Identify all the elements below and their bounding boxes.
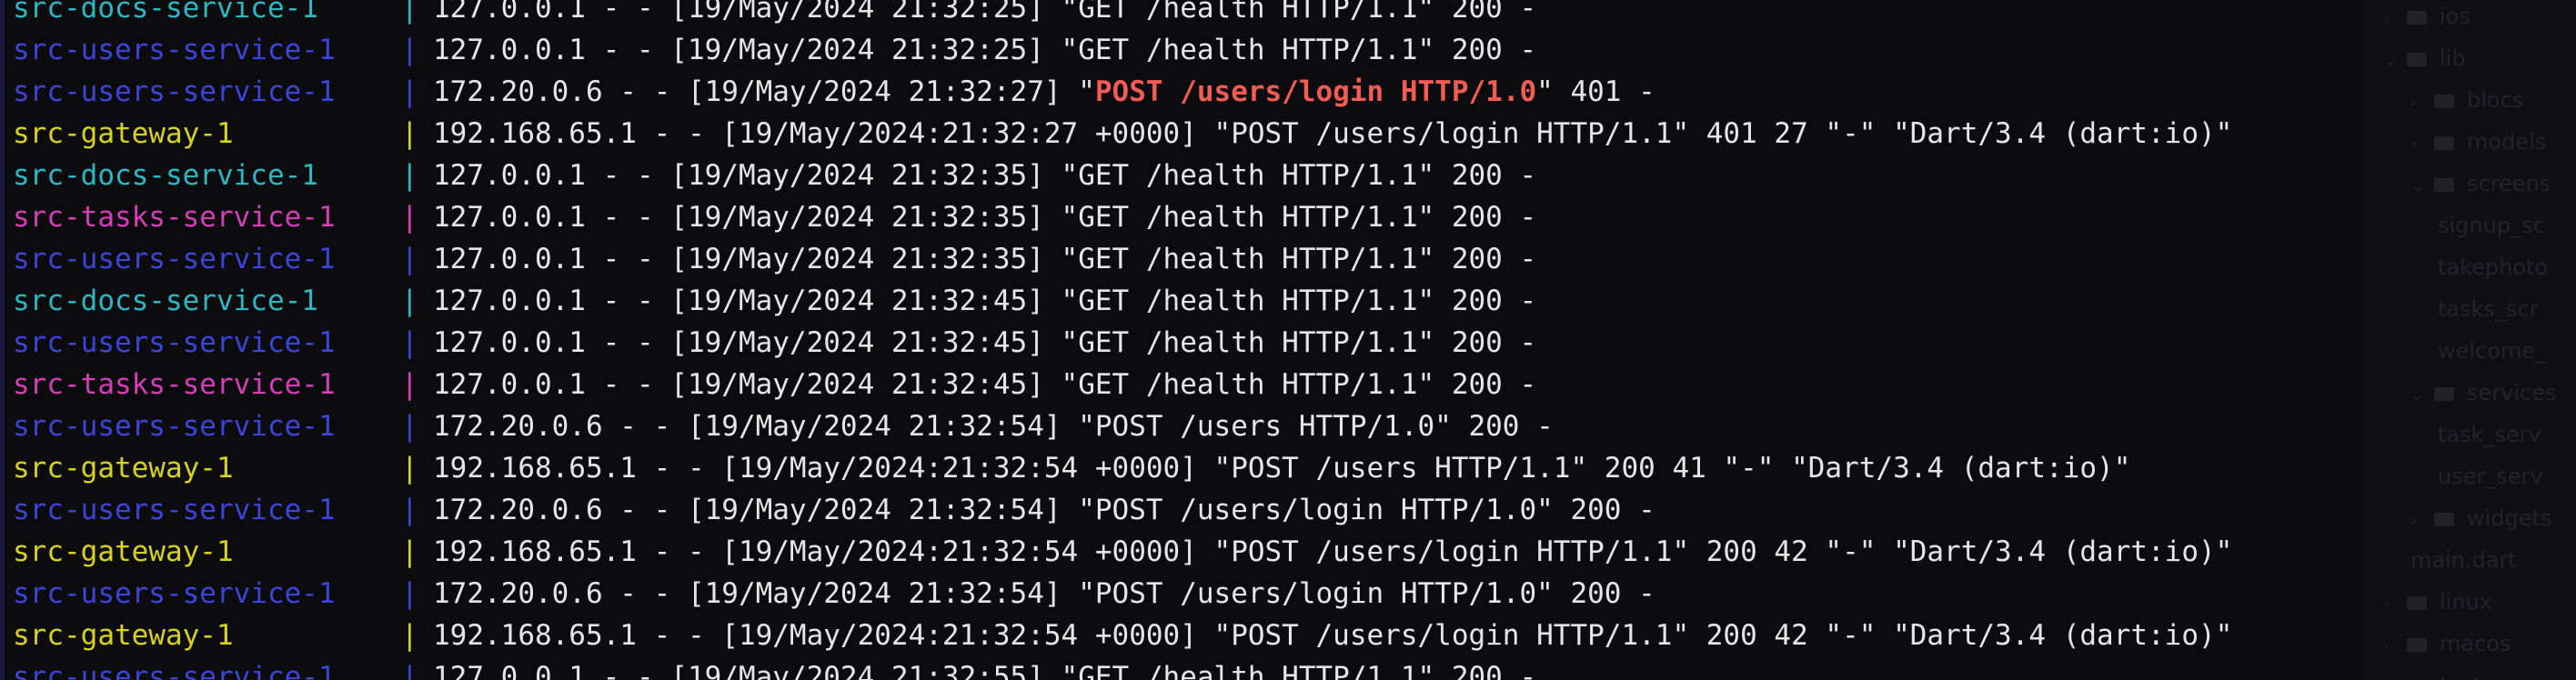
log-line: src-users-service-1 | 172.20.0.6 - - [19/M… — [13, 573, 2560, 615]
log-message: 127.0.0.1 - - [19/May/2024 21:32:25] "GE… — [433, 0, 1536, 29]
log-message-text: 127.0.0.1 - - [19/May/2024 21:32:35] "GE… — [433, 201, 1537, 234]
log-separator: | — [401, 159, 418, 192]
log-separator: | — [401, 243, 418, 275]
log-message: 127.0.0.1 - - [19/May/2024 21:32:35] "GE… — [433, 196, 1536, 238]
log-separator: | — [401, 661, 418, 680]
log-message: 192.168.65.1 - - [19/May/2024:21:32:27 +… — [433, 113, 2232, 155]
log-line: src-docs-service-1 | 127.0.0.1 - - [19/May… — [13, 155, 2560, 196]
log-message: 172.20.0.6 - - [19/May/2024 21:32:54] "P… — [433, 573, 1655, 615]
log-service-name: src-docs-service-1 — [13, 285, 318, 317]
log-message-text: 172.20.0.6 - - [19/May/2024 21:32:54] "P… — [433, 410, 1554, 443]
log-message-text: 172.20.0.6 - - [19/May/2024 21:32:27] " — [433, 75, 1095, 108]
log-separator: | — [401, 452, 418, 485]
log-message: 172.20.0.6 - - [19/May/2024 21:32:54] "P… — [433, 489, 1655, 531]
log-service-name: src-users-service-1 — [13, 494, 336, 526]
log-service-name: src-users-service-1 — [13, 75, 336, 108]
log-separator: | — [401, 535, 418, 568]
log-line: src-tasks-service-1 | 127.0.0.1 - - [19/Ma… — [13, 364, 2560, 405]
log-separator: | — [401, 0, 418, 25]
log-service-name: src-tasks-service-1 — [13, 201, 336, 234]
log-message: 127.0.0.1 - - [19/May/2024 21:32:45] "GE… — [433, 322, 1536, 364]
log-separator: | — [401, 494, 418, 526]
log-service-name: src-gateway-1 — [13, 452, 234, 485]
log-line: src-gateway-1 | 192.168.65.1 - - [19/May/2… — [13, 531, 2560, 573]
log-highlight: POST /users/login HTTP/1.0 — [1094, 75, 1537, 108]
log-separator: | — [401, 410, 418, 443]
log-message: 127.0.0.1 - - [19/May/2024 21:32:45] "GE… — [433, 364, 1536, 405]
log-service-name: src-gateway-1 — [13, 117, 234, 150]
log-message-text: 127.0.0.1 - - [19/May/2024 21:32:25] "GE… — [433, 0, 1537, 25]
log-separator: | — [401, 285, 418, 317]
log-service-name: src-gateway-1 — [13, 535, 234, 568]
log-message: 192.168.65.1 - - [19/May/2024:21:32:54 +… — [433, 531, 2232, 573]
log-message-text: 192.168.65.1 - - [19/May/2024:21:32:27 +… — [433, 117, 2233, 150]
log-message-text: 172.20.0.6 - - [19/May/2024 21:32:54] "P… — [433, 577, 1655, 610]
log-service-name: src-users-service-1 — [13, 577, 336, 610]
log-line: src-tasks-service-1 | 127.0.0.1 - - [19/Ma… — [13, 196, 2560, 238]
log-service-name: src-gateway-1 — [13, 619, 234, 652]
log-separator: | — [401, 326, 418, 359]
log-message-text: 127.0.0.1 - - [19/May/2024 21:32:45] "GE… — [433, 326, 1537, 359]
log-line: src-users-service-1 | 127.0.0.1 - - [19/Ma… — [13, 656, 2560, 680]
log-message-text: 127.0.0.1 - - [19/May/2024 21:32:35] "GE… — [433, 243, 1537, 275]
log-service-name: src-users-service-1 — [13, 661, 336, 680]
log-separator: | — [401, 577, 418, 610]
log-separator: | — [401, 619, 418, 652]
log-line: src-gateway-1 | 192.168.65.1 - - [19/May/2… — [13, 113, 2560, 155]
log-service-name: src-docs-service-1 — [13, 159, 318, 192]
log-message: 127.0.0.1 - - [19/May/2024 21:32:25] "GE… — [433, 29, 1536, 71]
log-message: 172.20.0.6 - - [19/May/2024 21:32:54] "P… — [433, 405, 1554, 447]
log-separator: | — [401, 368, 418, 401]
log-line: src-docs-service-1 | 127.0.0.1 - - [19/May… — [13, 280, 2560, 322]
log-service-name: src-users-service-1 — [13, 34, 336, 66]
log-message-text: 127.0.0.1 - - [19/May/2024 21:32:25] "GE… — [433, 34, 1537, 66]
log-line: src-gateway-1 | 192.168.65.1 - - [19/May/2… — [13, 447, 2560, 489]
log-separator: | — [401, 201, 418, 234]
log-message-text: 127.0.0.1 - - [19/May/2024 21:32:35] "GE… — [433, 159, 1537, 192]
log-message-text: 127.0.0.1 - - [19/May/2024 21:32:55] "GE… — [433, 661, 1537, 680]
log-message-text: 192.168.65.1 - - [19/May/2024:21:32:54 +… — [433, 452, 2131, 485]
log-service-name: src-tasks-service-1 — [13, 368, 336, 401]
log-message: 172.20.0.6 - - [19/May/2024 21:32:27] "P… — [433, 71, 1655, 113]
log-line: src-users-service-1 | 172.20.0.6 - - [19/M… — [13, 489, 2560, 531]
terminal-window[interactable]: › ios ⌄ lib › blocs › models ⌄ screens signup_sc ta… — [0, 0, 2576, 680]
log-line: src-docs-service-1 | 127.0.0.1 - - [19/May… — [13, 0, 2560, 29]
log-message: 127.0.0.1 - - [19/May/2024 21:32:35] "GE… — [433, 155, 1536, 196]
log-message-text: " 401 - — [1536, 75, 1655, 108]
log-service-name: src-users-service-1 — [13, 410, 336, 443]
log-service-name: src-users-service-1 — [13, 243, 336, 275]
log-message-text: 127.0.0.1 - - [19/May/2024 21:32:45] "GE… — [433, 368, 1537, 401]
log-service-name: src-users-service-1 — [13, 326, 336, 359]
log-message: 192.168.65.1 - - [19/May/2024:21:32:54 +… — [433, 447, 2130, 489]
log-message-text: 127.0.0.1 - - [19/May/2024 21:32:45] "GE… — [433, 285, 1537, 317]
log-message: 192.168.65.1 - - [19/May/2024:21:32:54 +… — [433, 615, 2232, 656]
log-service-name: src-docs-service-1 — [13, 0, 318, 25]
log-message: 127.0.0.1 - - [19/May/2024 21:32:45] "GE… — [433, 280, 1536, 322]
log-line: src-users-service-1 | 172.20.0.6 - - [19/M… — [13, 405, 2560, 447]
terminal-left-edge — [0, 0, 5, 680]
log-message-text: 192.168.65.1 - - [19/May/2024:21:32:54 +… — [433, 535, 2233, 568]
log-line: src-users-service-1 | 172.20.0.6 - - [19/M… — [13, 71, 2560, 113]
log-line: src-gateway-1 | 192.168.65.1 - - [19/May/2… — [13, 615, 2560, 656]
log-line: src-users-service-1 | 127.0.0.1 - - [19/Ma… — [13, 238, 2560, 280]
log-message: 127.0.0.1 - - [19/May/2024 21:32:35] "GE… — [433, 238, 1536, 280]
log-separator: | — [401, 34, 418, 66]
log-line: src-users-service-1 | 127.0.0.1 - - [19/Ma… — [13, 29, 2560, 71]
log-line: src-users-service-1 | 127.0.0.1 - - [19/Ma… — [13, 322, 2560, 364]
log-output[interactable]: src-docs-service-1 | 127.0.0.1 - - [19/May… — [13, 0, 2560, 680]
log-separator: | — [401, 75, 418, 108]
log-message-text: 192.168.65.1 - - [19/May/2024:21:32:54 +… — [433, 619, 2233, 652]
log-message-text: 172.20.0.6 - - [19/May/2024 21:32:54] "P… — [433, 494, 1655, 526]
log-message: 127.0.0.1 - - [19/May/2024 21:32:55] "GE… — [433, 656, 1536, 680]
log-separator: | — [401, 117, 418, 150]
